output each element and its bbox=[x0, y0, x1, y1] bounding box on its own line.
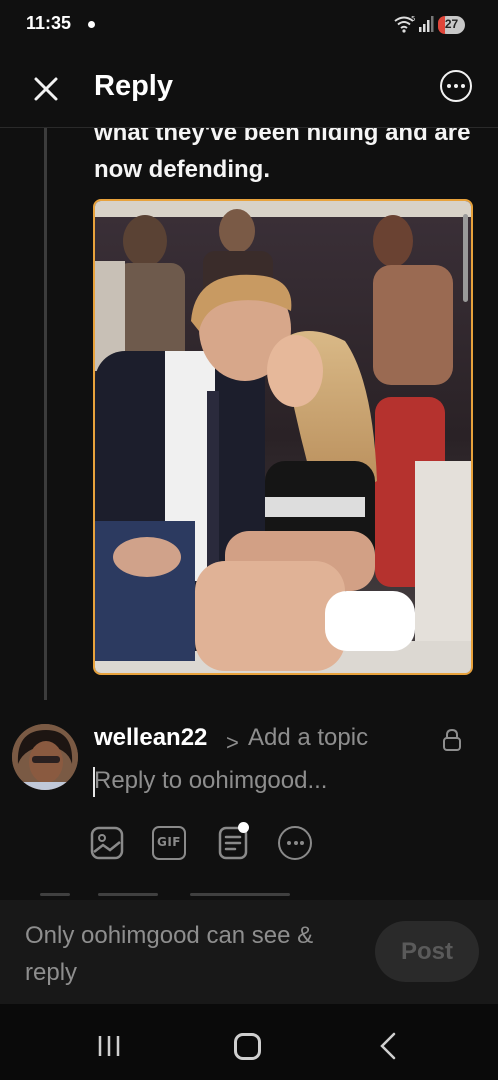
page-title: Reply bbox=[94, 70, 173, 102]
thread-line bbox=[44, 128, 47, 700]
more-tools-icon[interactable] bbox=[278, 826, 312, 860]
status-bar: 11:35 5 27 bbox=[0, 0, 498, 50]
image-scrollbar[interactable] bbox=[463, 214, 468, 302]
gif-icon[interactable]: GIF bbox=[152, 826, 186, 860]
add-topic-button[interactable]: Add a topic bbox=[248, 724, 368, 752]
scrolled-content-hint bbox=[40, 893, 300, 899]
post-button[interactable]: Post bbox=[375, 921, 479, 982]
composer-username: wellean22 bbox=[94, 724, 208, 751]
reply-input[interactable] bbox=[94, 764, 434, 798]
avatar[interactable] bbox=[12, 724, 78, 790]
more-options-icon[interactable] bbox=[440, 70, 472, 102]
wifi-badge: 5 bbox=[411, 15, 415, 23]
app-header: Reply bbox=[0, 50, 498, 128]
back-icon[interactable] bbox=[378, 1031, 398, 1061]
status-time: 11:35 bbox=[26, 13, 72, 33]
avatar-image bbox=[12, 724, 78, 790]
text-caret bbox=[93, 767, 95, 797]
battery-percent: 27 bbox=[444, 17, 459, 31]
battery-icon: 27 bbox=[438, 16, 465, 34]
post-photo-illustration bbox=[95, 201, 471, 673]
chevron-right-icon: > bbox=[226, 730, 239, 755]
image-icon[interactable] bbox=[90, 826, 124, 860]
signal-icon bbox=[419, 16, 434, 32]
notification-dot-icon bbox=[88, 21, 95, 28]
wifi-icon: 5 bbox=[394, 15, 415, 33]
close-icon[interactable] bbox=[26, 69, 66, 109]
recents-icon[interactable] bbox=[96, 1034, 122, 1058]
lock-icon[interactable] bbox=[442, 728, 462, 752]
system-nav-bar bbox=[0, 1004, 498, 1080]
new-indicator-dot bbox=[238, 822, 249, 833]
post-image[interactable] bbox=[93, 199, 473, 675]
reply-audience-note: Only oohimgood can see & reply bbox=[25, 922, 314, 986]
home-icon[interactable] bbox=[234, 1033, 261, 1060]
